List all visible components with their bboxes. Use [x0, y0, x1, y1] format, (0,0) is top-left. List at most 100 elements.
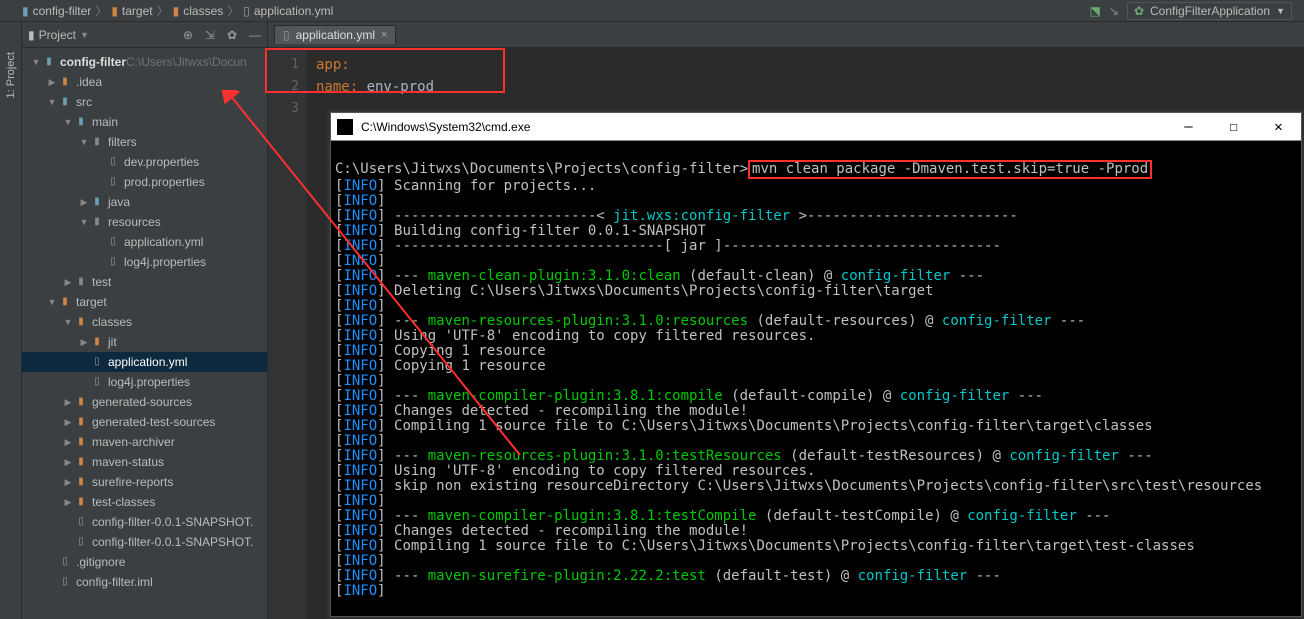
- tree-arrow-icon[interactable]: ▼: [46, 293, 58, 311]
- tree-row[interactable]: ▶▮maven-archiver: [22, 432, 267, 452]
- close-icon[interactable]: ×: [381, 29, 387, 41]
- tree-arrow-icon[interactable]: ▶: [62, 493, 74, 511]
- tree-row[interactable]: ▶▮generated-test-sources: [22, 412, 267, 432]
- file-icon: ▯: [58, 555, 72, 569]
- tree-label: dev.properties: [124, 153, 199, 171]
- tree-row[interactable]: ▼▮resources: [22, 212, 267, 232]
- tree-arrow-icon[interactable]: ▼: [78, 133, 90, 151]
- tree-arrow-icon[interactable]: ▶: [62, 453, 74, 471]
- chevron-right-icon: 〉: [157, 2, 169, 19]
- tree-label: filters: [108, 133, 137, 151]
- tree-arrow-icon[interactable]: ▼: [78, 213, 90, 231]
- breadcrumb-bar: ▮ config-filter 〉 ▮ target 〉 ▮ classes 〉…: [0, 0, 1304, 22]
- tree-row[interactable]: ▯ .gitignore: [22, 552, 267, 572]
- cmd-output[interactable]: C:\Users\Jitwxs\Documents\Projects\confi…: [331, 141, 1301, 616]
- tree-row[interactable]: ▶▮ surefire-reports: [22, 472, 267, 492]
- tree-row[interactable]: ▯config-filter-0.0.1-SNAPSHOT.: [22, 532, 267, 552]
- crumb-item[interactable]: ▮ classes: [173, 4, 224, 18]
- tree-row[interactable]: ▼▮config-filter C:\Users\Jitwxs\Docun: [22, 52, 267, 72]
- tree-row[interactable]: ▼▮src: [22, 92, 267, 112]
- tree-label: config-filter: [60, 53, 126, 71]
- tree-row[interactable]: ▶▮.idea: [22, 72, 267, 92]
- tree-row[interactable]: ▼▮main: [22, 112, 267, 132]
- cmd-titlebar[interactable]: C:\Windows\System32\cmd.exe — ☐ ✕: [331, 113, 1301, 141]
- tree-label: target: [76, 293, 107, 311]
- folder-icon: ▮: [58, 95, 72, 109]
- tree-label: generated-test-sources: [92, 413, 215, 431]
- project-tree[interactable]: ▼▮config-filter C:\Users\Jitwxs\Docun▶▮.…: [22, 48, 267, 619]
- close-button[interactable]: ✕: [1256, 113, 1301, 141]
- locate-icon[interactable]: ⊕: [183, 28, 193, 42]
- tree-row[interactable]: ▯prod.properties: [22, 172, 267, 192]
- tree-label: main: [92, 113, 118, 131]
- editor-tab[interactable]: ▯ application.yml ×: [274, 25, 396, 44]
- chevron-down-icon[interactable]: ▼: [80, 30, 89, 40]
- folder-icon: ▮: [74, 455, 88, 469]
- tree-arrow-icon[interactable]: ▶: [62, 433, 74, 451]
- tree-row[interactable]: ▯log4j.properties: [22, 372, 267, 392]
- tree-label: config-filter.iml: [76, 573, 153, 591]
- tree-arrow-icon[interactable]: ▶: [62, 393, 74, 411]
- crumb-item[interactable]: ▮ target: [111, 4, 152, 18]
- crumb-label: config-filter: [33, 4, 92, 18]
- tree-arrow-icon[interactable]: ▼: [30, 53, 42, 71]
- tree-arrow-icon[interactable]: ▶: [62, 413, 74, 431]
- tree-row[interactable]: ▶▮test: [22, 272, 267, 292]
- spring-icon: ✿: [1134, 4, 1144, 18]
- project-tool-tab[interactable]: 1: Project: [5, 52, 17, 98]
- tree-row[interactable]: ▯log4j.properties: [22, 252, 267, 272]
- expand-icon[interactable]: ⇲: [205, 28, 215, 42]
- tree-arrow-icon[interactable]: ▶: [62, 273, 74, 291]
- build-icon[interactable]: ⬔: [1090, 4, 1101, 18]
- tree-arrow-icon[interactable]: ▶: [46, 73, 58, 91]
- editor-gutter: 123: [268, 48, 308, 619]
- tree-arrow-icon[interactable]: ▶: [78, 333, 90, 351]
- tree-row[interactable]: ▯application.yml: [22, 352, 267, 372]
- tree-row[interactable]: ▼▮classes: [22, 312, 267, 332]
- crumb-label: classes: [183, 4, 223, 18]
- sync-icon[interactable]: ↘: [1109, 4, 1119, 18]
- file-icon: ▯: [283, 28, 290, 42]
- project-title: Project: [39, 28, 76, 42]
- crumb-item[interactable]: ▯ application.yml: [243, 4, 333, 18]
- folder-icon: ▮: [74, 475, 88, 489]
- folder-icon: ▮: [111, 4, 118, 18]
- file-icon: ▯: [106, 175, 120, 189]
- file-icon: ▯: [58, 575, 72, 589]
- cmd-icon: [337, 119, 353, 135]
- project-icon: ▮: [28, 28, 35, 42]
- minimize-button[interactable]: —: [1166, 113, 1211, 141]
- tree-arrow-icon[interactable]: ▼: [62, 313, 74, 331]
- minimize-icon[interactable]: —: [249, 28, 261, 42]
- tree-label: .gitignore: [76, 553, 125, 571]
- tree-row[interactable]: ▶▮generated-sources: [22, 392, 267, 412]
- maximize-button[interactable]: ☐: [1211, 113, 1256, 141]
- tree-row[interactable]: ▶▮maven-status: [22, 452, 267, 472]
- tree-row[interactable]: ▶▮jit: [22, 332, 267, 352]
- tree-row[interactable]: ▶▮test-classes: [22, 492, 267, 512]
- tree-label: surefire-reports: [92, 473, 173, 491]
- run-config-select[interactable]: ✿ ConfigFilterApplication ▼: [1127, 2, 1292, 20]
- folder-icon: ▮: [90, 215, 104, 229]
- tree-arrow-icon[interactable]: ▶: [62, 473, 74, 491]
- tree-row[interactable]: ▶▮java: [22, 192, 267, 212]
- tree-arrow-icon[interactable]: ▶: [78, 193, 90, 211]
- file-icon: ▯: [243, 4, 250, 18]
- tree-label: .idea: [76, 73, 102, 91]
- gear-icon[interactable]: ✿: [227, 28, 237, 42]
- folder-icon: ▮: [90, 195, 104, 209]
- tree-arrow-icon[interactable]: ▼: [46, 93, 58, 111]
- tree-arrow-icon[interactable]: ▼: [62, 113, 74, 131]
- crumb-item[interactable]: ▮ config-filter: [22, 4, 91, 18]
- tree-row[interactable]: ▯config-filter-0.0.1-SNAPSHOT.: [22, 512, 267, 532]
- folder-icon: ▮: [74, 495, 88, 509]
- tree-row[interactable]: ▯application.yml: [22, 232, 267, 252]
- file-icon: ▯: [90, 355, 104, 369]
- tree-row[interactable]: ▼▮filters: [22, 132, 267, 152]
- file-icon: ▯: [106, 235, 120, 249]
- folder-icon: ▮: [74, 435, 88, 449]
- file-icon: ▯: [106, 255, 120, 269]
- tree-row[interactable]: ▼▮target: [22, 292, 267, 312]
- tree-row[interactable]: ▯dev.properties: [22, 152, 267, 172]
- tree-row[interactable]: ▯ config-filter.iml: [22, 572, 267, 592]
